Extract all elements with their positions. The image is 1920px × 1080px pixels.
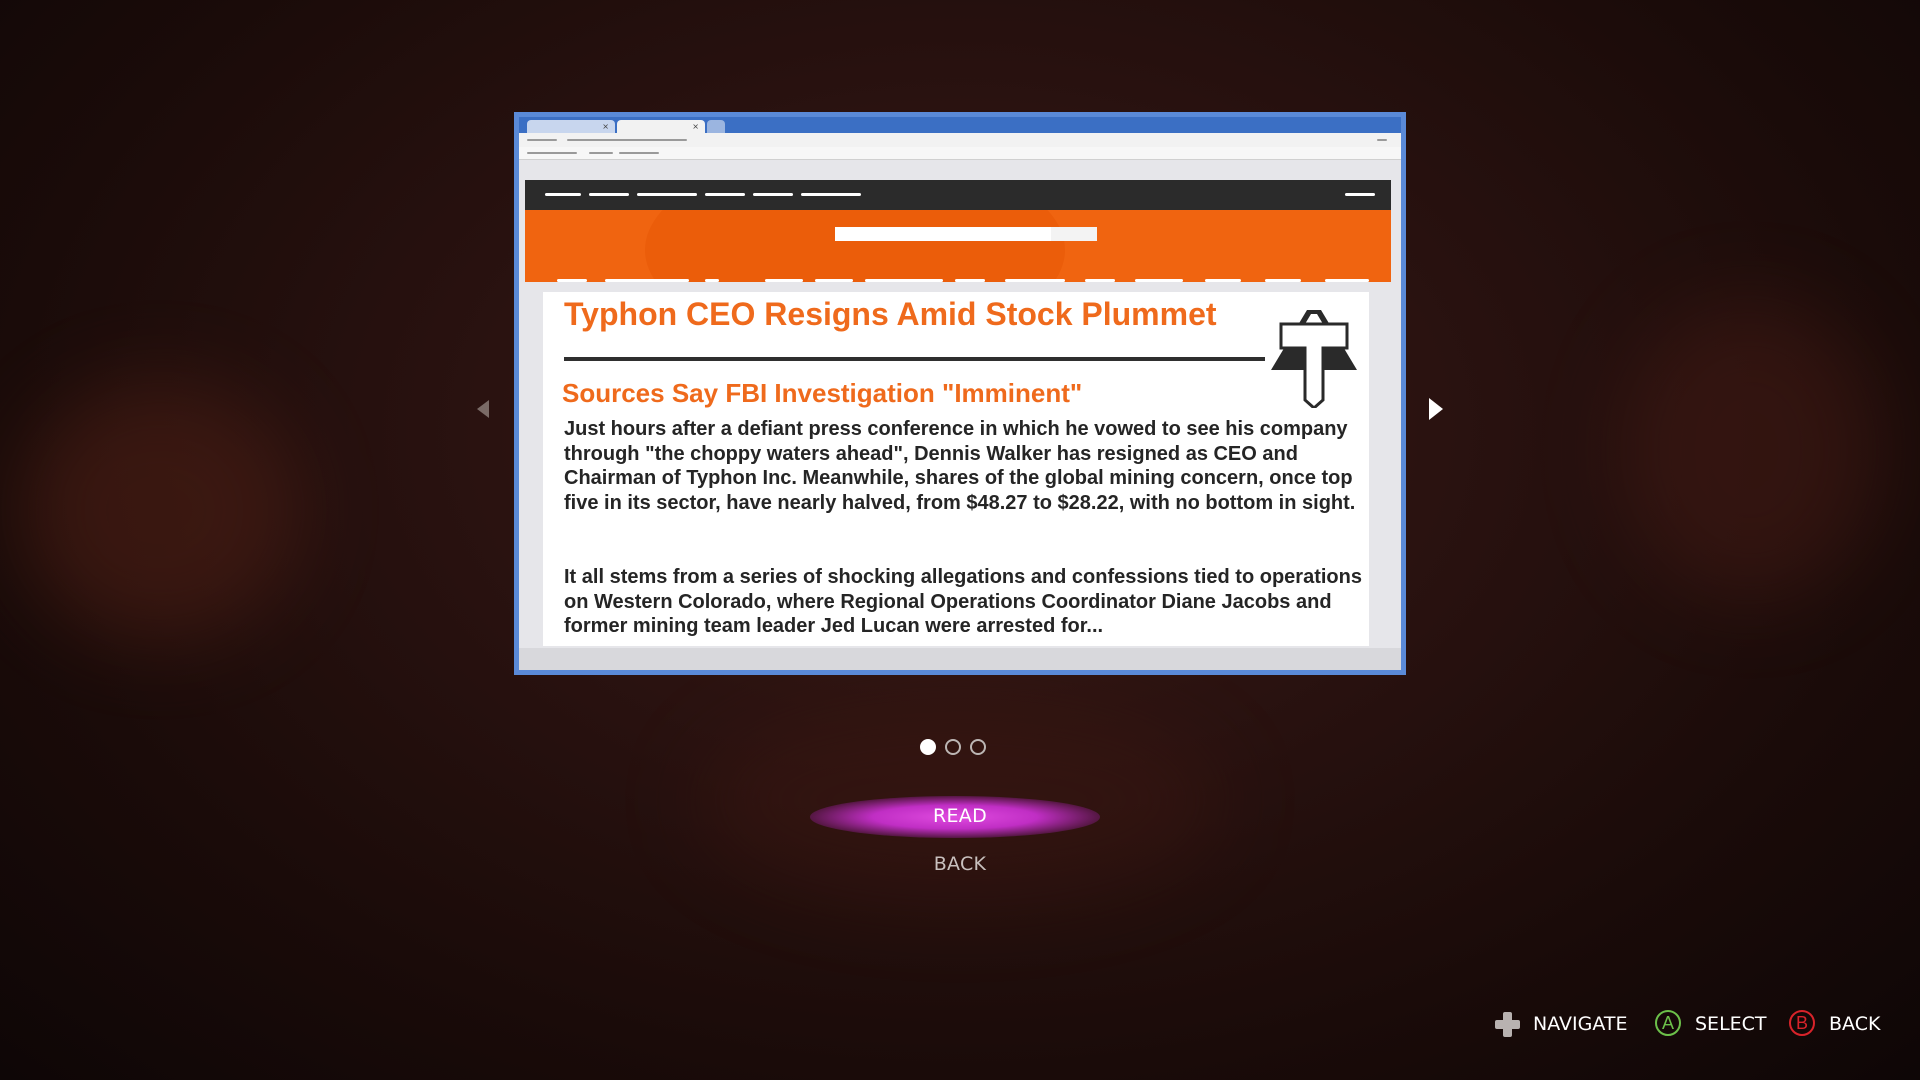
menu-icon bbox=[1377, 139, 1387, 141]
site-nav-item bbox=[1135, 279, 1183, 282]
background-blur bbox=[20, 380, 300, 640]
select-hint: A SELECT bbox=[1655, 1010, 1767, 1038]
bookmarks-bar bbox=[519, 147, 1401, 160]
new-tab-button bbox=[707, 120, 725, 133]
site-nav-item bbox=[955, 279, 985, 282]
typhon-logo-icon bbox=[1271, 310, 1357, 408]
site-nav-item bbox=[1005, 279, 1065, 282]
next-page-arrow-icon[interactable] bbox=[1429, 398, 1443, 420]
header-link bbox=[753, 193, 793, 196]
select-label: SELECT bbox=[1695, 1013, 1767, 1035]
site-nav-item bbox=[1205, 279, 1241, 282]
navigate-hint: NAVIGATE bbox=[1493, 1010, 1627, 1038]
site-nav bbox=[525, 274, 1391, 288]
header-link bbox=[545, 193, 581, 196]
site-nav-item bbox=[765, 279, 803, 282]
back-hint-label: BACK bbox=[1829, 1013, 1881, 1035]
browser-tab: × bbox=[527, 120, 615, 133]
document-page: × × Typhon CEO Resigns Amid Stock Plumme… bbox=[514, 112, 1406, 675]
address-bar bbox=[519, 133, 1401, 148]
article-headline: Typhon CEO Resigns Amid Stock Plummet bbox=[564, 296, 1217, 332]
site-nav-item bbox=[865, 279, 943, 282]
site-nav-item bbox=[557, 279, 587, 282]
header-link bbox=[705, 193, 745, 196]
site-banner bbox=[525, 210, 1391, 282]
page-dot-2[interactable] bbox=[945, 739, 961, 755]
b-button-icon: B bbox=[1789, 1010, 1817, 1038]
nav-buttons bbox=[527, 139, 557, 141]
url-text bbox=[567, 139, 687, 141]
browser-bottom-bar bbox=[519, 648, 1401, 670]
bookmark-item bbox=[589, 152, 613, 154]
browser-tab-strip: × × bbox=[519, 117, 1401, 133]
site-nav-item bbox=[815, 279, 853, 282]
background-blur bbox=[1620, 300, 1880, 600]
site-search-input bbox=[835, 227, 1051, 241]
header-link bbox=[1345, 193, 1375, 196]
header-link bbox=[637, 193, 697, 196]
site-nav-item bbox=[605, 279, 689, 282]
site-search-button bbox=[1051, 227, 1097, 241]
a-button-glyph: A bbox=[1655, 1010, 1681, 1036]
navigate-label: NAVIGATE bbox=[1533, 1013, 1628, 1035]
close-icon: × bbox=[602, 122, 609, 131]
article-paragraph: Just hours after a defiant press confere… bbox=[564, 418, 1356, 514]
header-link bbox=[801, 193, 861, 196]
page-indicator bbox=[920, 739, 986, 755]
site-nav-item bbox=[1325, 279, 1369, 282]
read-button[interactable]: READ bbox=[860, 805, 1060, 827]
bookmark-item bbox=[527, 152, 577, 154]
article-subhead: Sources Say FBI Investigation "Imminent" bbox=[562, 378, 1083, 408]
a-button-icon: A bbox=[1655, 1010, 1683, 1038]
page-dot-3[interactable] bbox=[970, 739, 986, 755]
site-header-bar bbox=[525, 180, 1391, 210]
globe-graphic bbox=[645, 210, 1065, 282]
back-hint: B BACK bbox=[1789, 1010, 1880, 1038]
article-paragraph: It all stems from a series of shocking a… bbox=[564, 566, 1362, 638]
headline-divider bbox=[564, 357, 1265, 361]
b-button-glyph: B bbox=[1789, 1010, 1815, 1036]
bookmark-item bbox=[619, 152, 659, 154]
news-article: Typhon CEO Resigns Amid Stock Plummet So… bbox=[543, 292, 1369, 646]
page-dot-1[interactable] bbox=[920, 739, 936, 755]
previous-page-arrow-icon[interactable] bbox=[477, 400, 489, 418]
dpad-icon bbox=[1493, 1010, 1521, 1038]
back-button[interactable]: BACK bbox=[860, 853, 1060, 875]
site-nav-item bbox=[705, 279, 719, 282]
close-icon: × bbox=[692, 122, 699, 131]
header-link bbox=[589, 193, 629, 196]
site-nav-item bbox=[1265, 279, 1301, 282]
browser-window: × × Typhon CEO Resigns Amid Stock Plumme… bbox=[519, 117, 1401, 670]
browser-tab-active: × bbox=[617, 120, 705, 133]
site-nav-item bbox=[1085, 279, 1115, 282]
